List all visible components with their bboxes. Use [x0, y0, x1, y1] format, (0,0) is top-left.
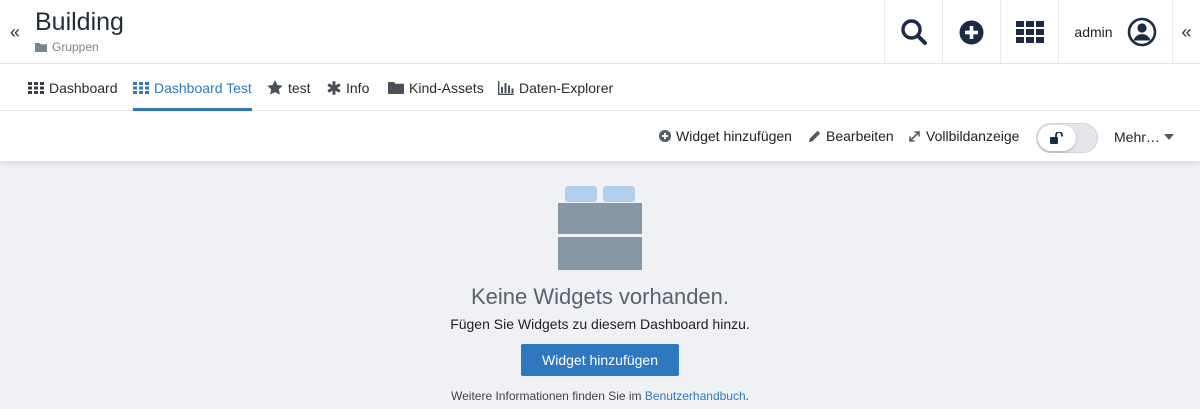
tab-label: Daten-Explorer — [519, 79, 614, 96]
tab-kind-assets[interactable]: Kind-Assets — [388, 64, 484, 111]
asterisk-icon — [327, 80, 341, 95]
help-text: Weitere Informationen finden Sie im Benu… — [0, 389, 1200, 403]
star-icon — [267, 80, 283, 95]
edit-label: Bearbeiten — [826, 128, 894, 144]
help-prefix: Weitere Informationen finden Sie im — [451, 389, 645, 403]
toggle-knob — [1038, 125, 1076, 151]
search-button[interactable] — [884, 0, 942, 64]
page-title: Building — [35, 8, 124, 36]
user-manual-link[interactable]: Benutzerhandbuch — [645, 389, 746, 403]
breadcrumb-label: Gruppen — [52, 40, 99, 54]
title-block: Building Gruppen — [35, 7, 124, 54]
bar-chart-icon — [498, 80, 514, 95]
apps-menu-button[interactable] — [1000, 0, 1058, 64]
tab-dashboard[interactable]: Dashboard — [28, 64, 118, 111]
add-widget-button[interactable]: Widget hinzufügen — [659, 111, 792, 161]
plus-circle-icon — [659, 130, 671, 142]
apps-grid-icon — [1015, 21, 1044, 43]
tab-dashboard-test[interactable]: Dashboard Test — [133, 64, 252, 111]
add-widget-primary-button[interactable]: Widget hinzufügen — [521, 344, 679, 376]
empty-state-title: Keine Widgets vorhanden. — [470, 284, 730, 309]
breadcrumb[interactable]: Gruppen — [35, 40, 124, 54]
empty-dashboard-illustration — [558, 186, 642, 270]
help-suffix: . — [745, 389, 749, 403]
dashboard-toolbar: Widget hinzufügen Bearbeiten Vollbildanz… — [0, 111, 1200, 161]
fullscreen-label: Vollbildanzeige — [926, 128, 1020, 144]
edit-button[interactable]: Bearbeiten — [808, 111, 894, 161]
tab-label: Dashboard — [49, 79, 118, 96]
fullscreen-button[interactable]: Vollbildanzeige — [908, 111, 1019, 161]
collapse-sidebar-right-button[interactable]: « — [1172, 0, 1200, 64]
unlock-icon — [1050, 132, 1063, 144]
caret-down-icon — [1163, 134, 1174, 140]
header-actions: admin « — [884, 0, 1200, 64]
more-menu-button[interactable]: Mehr… — [1114, 123, 1174, 151]
more-label: Mehr… — [1114, 129, 1160, 145]
add-button[interactable] — [942, 0, 1000, 64]
folder-icon — [35, 43, 47, 52]
lock-toggle[interactable] — [1036, 123, 1098, 153]
dashboard-tabs: Dashboard Dashboard Test test Info Kind-… — [0, 64, 1200, 111]
add-widget-label: Widget hinzufügen — [676, 128, 792, 144]
search-icon — [900, 19, 927, 45]
tab-info[interactable]: Info — [327, 64, 369, 111]
collapse-sidebar-left-button[interactable]: « — [0, 0, 30, 64]
folder-icon — [388, 82, 404, 94]
tab-label: Kind-Assets — [409, 79, 484, 96]
user-name: admin — [1074, 24, 1113, 40]
tab-label: test — [288, 79, 311, 96]
grid-icon — [28, 81, 44, 94]
tab-test[interactable]: test — [267, 64, 311, 111]
tab-daten-explorer[interactable]: Daten-Explorer — [498, 64, 613, 111]
empty-state-subtitle: Fügen Sie Widgets zu diesem Dashboard hi… — [450, 316, 750, 332]
tab-label: Dashboard Test — [154, 79, 252, 96]
user-avatar-icon — [1127, 17, 1156, 47]
pencil-icon — [808, 130, 821, 142]
user-menu-button[interactable]: admin — [1058, 0, 1172, 64]
tab-label: Info — [346, 79, 370, 96]
expand-icon — [909, 130, 920, 142]
plus-circle-icon — [959, 20, 984, 44]
app-header: « Building Gruppen admin « — [0, 0, 1200, 64]
grid-icon — [133, 81, 149, 94]
